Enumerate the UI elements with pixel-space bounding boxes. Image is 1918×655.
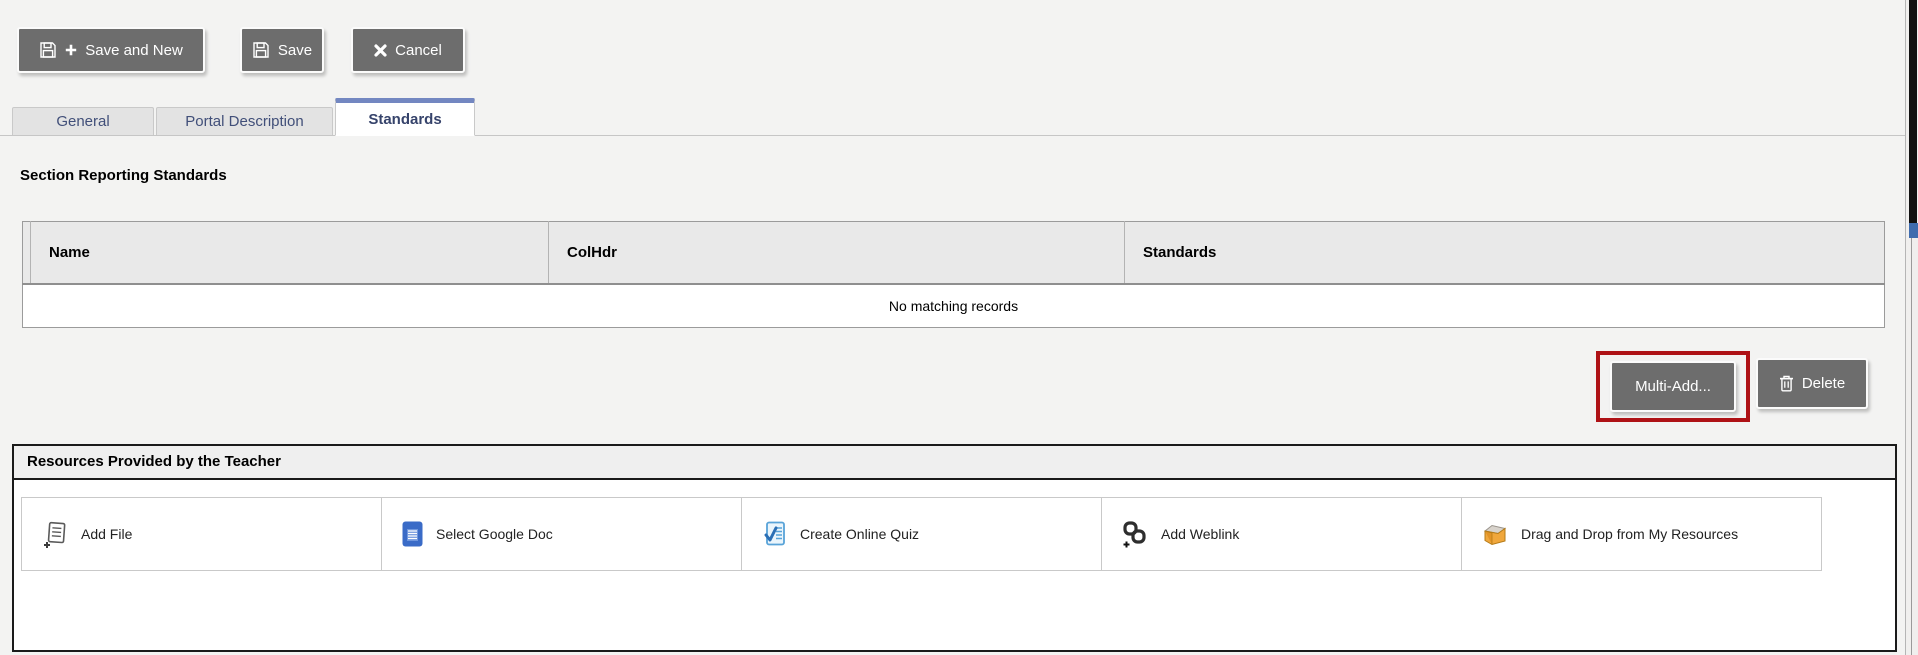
add-file-button[interactable]: Add File xyxy=(21,497,382,571)
my-resources-icon xyxy=(1482,522,1508,547)
cancel-button[interactable]: Cancel xyxy=(351,27,465,73)
scrollbar-thumb[interactable] xyxy=(1909,0,1917,223)
online-quiz-icon xyxy=(762,521,787,547)
multi-add-button[interactable]: Multi-Add... xyxy=(1610,361,1736,412)
resources-panel: Resources Provided by the Teacher Add Fi… xyxy=(12,444,1897,652)
selector-column-header xyxy=(22,221,31,285)
scrollbar-thumb-accent xyxy=(1909,223,1918,238)
save-and-new-label: Save and New xyxy=(85,41,183,59)
add-weblink-label: Add Weblink xyxy=(1161,526,1240,542)
save-and-new-button[interactable]: Save and New xyxy=(17,27,205,73)
google-doc-icon xyxy=(402,521,423,547)
add-file-icon xyxy=(42,521,68,548)
scrollbar-track xyxy=(1911,238,1912,655)
drag-drop-my-resources-target[interactable]: Drag and Drop from My Resources xyxy=(1461,497,1822,571)
select-google-doc-button[interactable]: Select Google Doc xyxy=(381,497,742,571)
tab-standards-label: Standards xyxy=(368,110,442,128)
tab-standards[interactable]: Standards xyxy=(335,98,475,136)
no-matching-records-message: No matching records xyxy=(22,283,1885,328)
column-header-colhdr: ColHdr xyxy=(548,221,1125,285)
drag-drop-my-resources-label: Drag and Drop from My Resources xyxy=(1521,526,1739,542)
trash-icon xyxy=(1779,375,1794,392)
tab-general[interactable]: General xyxy=(12,107,154,135)
tab-strip: General Portal Description Standards xyxy=(0,98,1906,136)
column-header-standards: Standards xyxy=(1124,221,1885,285)
tab-portal-description-label: Portal Description xyxy=(185,113,304,130)
empty-row: No matching records xyxy=(22,283,1885,328)
standards-table: Name ColHdr Standards No matching record… xyxy=(22,221,1885,328)
add-weblink-icon xyxy=(1122,520,1148,548)
cancel-label: Cancel xyxy=(395,41,442,59)
vertical-scrollbar[interactable] xyxy=(1905,0,1918,655)
create-online-quiz-label: Create Online Quiz xyxy=(800,526,920,542)
multi-add-highlight-annotation: Multi-Add... xyxy=(1596,351,1750,422)
add-file-label: Add File xyxy=(81,526,133,542)
select-google-doc-label: Select Google Doc xyxy=(436,526,553,542)
delete-button[interactable]: Delete xyxy=(1756,358,1868,409)
save-icon xyxy=(39,41,57,59)
multi-add-label: Multi-Add... xyxy=(1635,378,1711,395)
save-label: Save xyxy=(277,41,313,59)
resources-row: Add File Select Google Doc Create Online… xyxy=(21,497,1895,571)
column-header-name: Name xyxy=(30,221,549,285)
resources-panel-title: Resources Provided by the Teacher xyxy=(14,446,1895,480)
close-icon xyxy=(374,43,387,57)
tab-portal-description[interactable]: Portal Description xyxy=(156,107,333,135)
save-button[interactable]: Save xyxy=(240,27,324,73)
plus-icon xyxy=(65,44,77,56)
tab-general-label: General xyxy=(56,113,110,130)
add-weblink-button[interactable]: Add Weblink xyxy=(1101,497,1462,571)
page-title: Section Reporting Standards xyxy=(20,167,227,184)
save-icon xyxy=(252,41,270,59)
table-header-row: Name ColHdr Standards xyxy=(22,221,1885,285)
create-online-quiz-button[interactable]: Create Online Quiz xyxy=(741,497,1102,571)
delete-label: Delete xyxy=(1801,375,1846,392)
